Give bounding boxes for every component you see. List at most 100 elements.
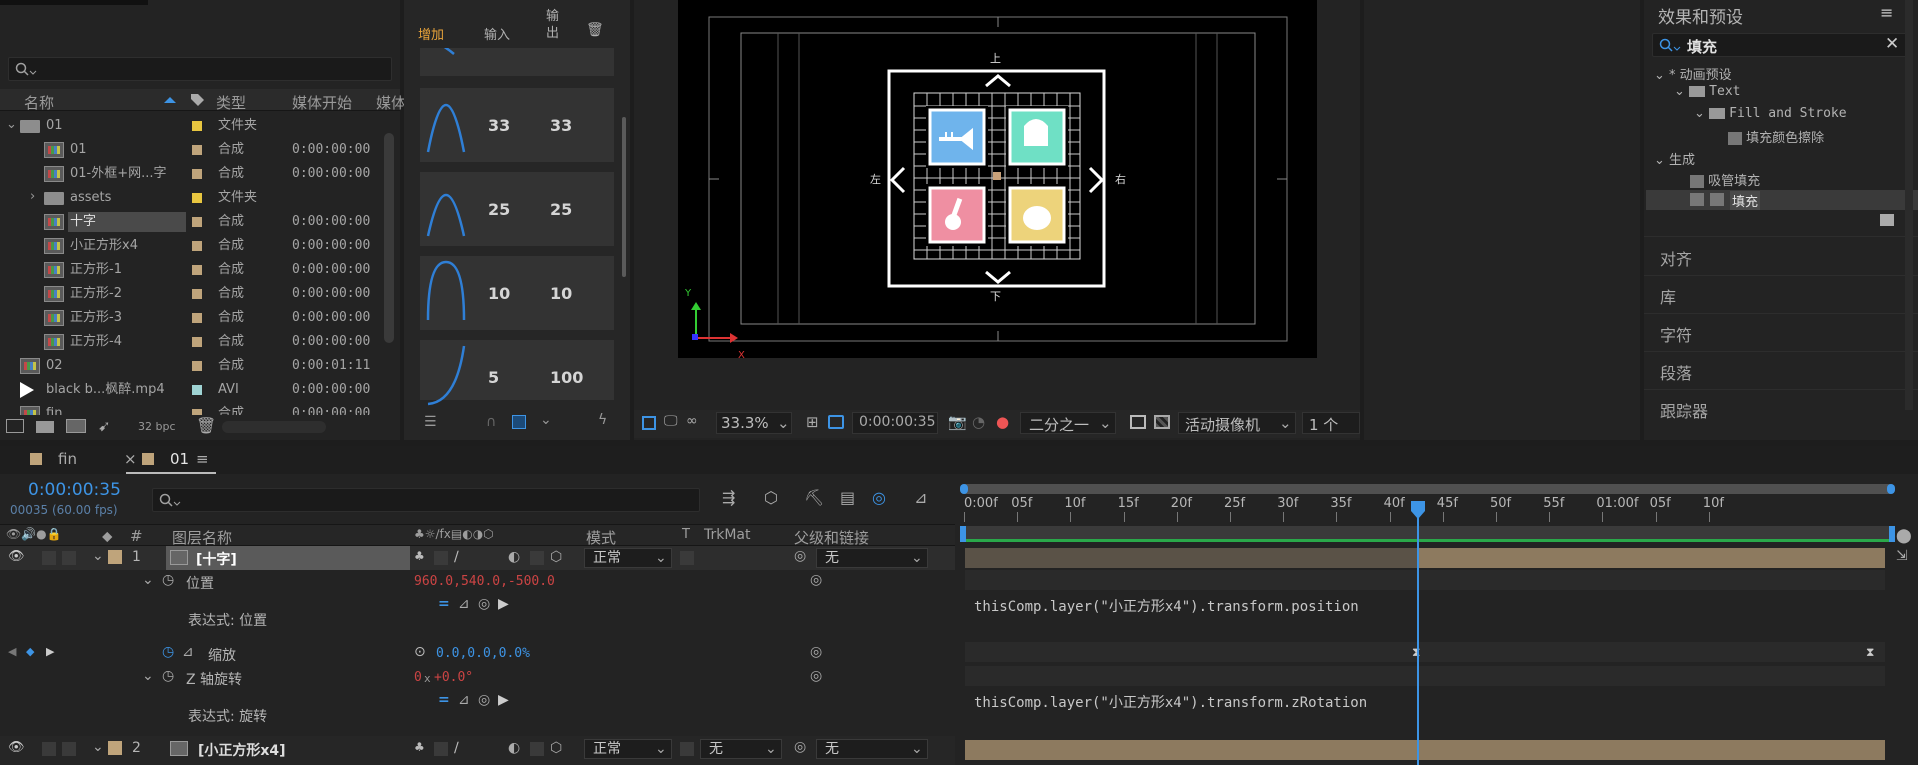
layer-row-2[interactable]: 👁 ⌄ 2 [小正方形x4] ♣ ∕ ◐ ⬡ 正常 ⌄ 无 ⌄ ◎ 无 ⌄ <box>0 736 955 765</box>
switch-collapse[interactable] <box>434 742 448 756</box>
stopwatch-active-icon[interactable]: ◷ <box>162 644 174 660</box>
ease-scrollbar[interactable] <box>622 117 626 277</box>
project-item[interactable]: black b...枫醉.mp4 AVI 0:00:00:00 <box>0 378 378 402</box>
prop-row-zrotation[interactable]: ⌄ ◷ Z 轴旋转 0 x +0.0° ◎ <box>0 666 955 690</box>
preserve-transparency-toggle[interactable] <box>680 742 694 756</box>
column-mode[interactable]: 模式 <box>586 527 616 548</box>
ease-tab-out[interactable]: 输出 <box>546 8 562 42</box>
time-navigator[interactable] <box>960 484 1895 494</box>
tree-fill-color-wipe[interactable]: 填充颜色擦除 <box>1728 127 1824 146</box>
color-channels-icon[interactable]: ● <box>996 413 1009 431</box>
zoom-select[interactable]: 33.3% ⌄ <box>716 412 792 434</box>
expression-menu-icon[interactable]: ▶ <box>498 692 509 708</box>
tab-fin[interactable]: fin <box>58 450 77 468</box>
fast-previews-icon[interactable] <box>1130 415 1146 429</box>
expression-enable-icon[interactable]: = <box>438 596 450 612</box>
always-preview-icon[interactable] <box>642 416 656 430</box>
column-media-more[interactable]: 媒体 <box>376 92 406 113</box>
work-area-end[interactable] <box>1889 526 1895 542</box>
work-area-bar[interactable] <box>960 526 1895 542</box>
new-folder-icon[interactable] <box>36 421 54 433</box>
add-keyframe-icon[interactable]: ◆ <box>26 645 34 658</box>
prop-zrot-degrees[interactable]: +0.0° <box>434 670 473 685</box>
camera-select[interactable]: 活动摄像机 ⌄ <box>1178 412 1296 434</box>
eye-icon[interactable]: 👁 <box>8 740 25 755</box>
menu-icon[interactable]: ☰ <box>424 414 437 430</box>
keyframe-marker[interactable]: ⧗ <box>1866 645 1874 660</box>
draft-3d-icon[interactable]: ⬡ <box>764 488 778 507</box>
bit-depth[interactable]: 32 bpc <box>138 420 176 433</box>
label-color[interactable] <box>192 193 202 203</box>
layer-name-cell[interactable]: [十字] <box>166 546 410 570</box>
label-color[interactable] <box>192 241 202 251</box>
current-time-indicator[interactable] <box>1417 510 1419 765</box>
layer-label-color[interactable] <box>108 741 122 755</box>
label-color[interactable] <box>192 289 202 299</box>
project-item[interactable]: 02 合成 0:00:01:11 <box>0 354 378 378</box>
switch-adjustment[interactable] <box>530 551 544 565</box>
layer-1-bar-after[interactable] <box>1419 548 1885 568</box>
transparency-grid-icon[interactable] <box>1154 415 1170 429</box>
switch-quality-icon[interactable]: ∕ <box>454 740 459 756</box>
navigator-start-handle[interactable] <box>960 484 968 494</box>
ease-tab-add[interactable]: 增加 <box>418 24 444 43</box>
viewer-timecode[interactable]: 0:00:00:35 <box>852 412 938 434</box>
layer-row-1[interactable]: 👁 ⌄ 1 [十字] ♣ ∕ ◐ ⬡ 正常 ⌄ ◎ 无 ⌄ <box>0 546 955 570</box>
switch-motion-blur-icon[interactable]: ◐ <box>508 740 520 756</box>
pickwhip-icon[interactable]: ◎ <box>810 644 822 660</box>
hide-shy-icon[interactable]: ⛏ <box>804 488 824 507</box>
switch-adjustment[interactable] <box>530 742 544 756</box>
project-item[interactable]: 正方形-2 合成 0:00:00:00 <box>0 282 378 306</box>
expression-rotation-text[interactable]: thisComp.layer("小正方形x4").transform.zRota… <box>974 692 1367 712</box>
layer-label-color[interactable] <box>108 550 122 564</box>
chevron-down-icon[interactable]: ⌄ <box>142 572 154 588</box>
timeline-search-input[interactable] <box>152 488 700 512</box>
prop-scale-value[interactable]: 0.0,0.0,0.0% <box>436 646 530 661</box>
switch-quality-icon[interactable]: ∕ <box>454 549 459 565</box>
tree-fill-stroke-folder[interactable]: ⌄ Fill and Stroke <box>1694 106 1847 121</box>
pickwhip-icon[interactable]: ◎ <box>810 668 822 684</box>
mask-icon[interactable]: ∞ <box>686 413 698 429</box>
new-composition-icon[interactable] <box>66 419 86 433</box>
prop-position-value[interactable]: 960.0,540.0,-500.0 <box>414 574 555 589</box>
pickwhip-icon[interactable]: ◎ <box>794 548 806 564</box>
resolution-select[interactable]: 二分之一 ⌄ <box>1020 412 1116 434</box>
column-name[interactable]: 名称 <box>24 92 54 113</box>
playhead-handle[interactable] <box>1410 500 1426 520</box>
navigator-end-handle[interactable] <box>1887 484 1895 494</box>
preserve-transparency-toggle[interactable] <box>680 551 694 565</box>
prop-row-position[interactable]: ⌄ ◷ 位置 960.0,540.0,-500.0 ◎ <box>0 570 955 594</box>
project-item[interactable]: 正方形-3 合成 0:00:00:00 <box>0 306 378 330</box>
chevron-down-icon[interactable]: ⌄ <box>142 668 154 684</box>
frame-blending-icon[interactable]: ▤ <box>840 488 855 507</box>
column-trkmat[interactable]: TrkMat <box>704 527 751 543</box>
chevron-down-icon[interactable]: ⌄ <box>92 548 104 564</box>
switch-collapse[interactable] <box>434 551 448 565</box>
panel-align[interactable]: 对齐 <box>1660 246 1692 270</box>
next-keyframe-icon[interactable]: ▶ <box>46 645 54 658</box>
panel-character[interactable]: 字符 <box>1660 322 1692 346</box>
tab-01[interactable]: 01 <box>170 450 189 468</box>
current-time-display[interactable]: 0:00:00:35 <box>28 480 121 500</box>
project-item[interactable]: 正方形-4 合成 0:00:00:00 <box>0 330 378 354</box>
composition-canvas[interactable]: 上 下 左 右 Y X <box>678 0 1317 361</box>
lightning-icon[interactable]: ϟ <box>598 412 607 428</box>
sort-ascending-icon[interactable] <box>163 96 177 104</box>
switch-shy-icon[interactable]: ♣ <box>414 549 425 563</box>
project-item[interactable]: 小正方形x4 合成 0:00:00:00 <box>0 234 378 258</box>
pickwhip-icon[interactable]: ◎ <box>810 572 822 588</box>
trkmat-select[interactable]: 无 ⌄ <box>700 739 782 759</box>
layer-2-bar[interactable] <box>965 740 1885 760</box>
trash-icon[interactable]: 🗑 <box>196 416 216 435</box>
stopwatch-icon[interactable]: ◷ <box>162 668 174 684</box>
switch-shy-icon[interactable]: ♣ <box>414 740 425 754</box>
label-color[interactable] <box>192 121 202 131</box>
solo-toggle[interactable] <box>42 742 56 756</box>
solo-toggle[interactable] <box>42 551 56 565</box>
views-select[interactable]: 1 个 <box>1302 412 1360 434</box>
layer-name[interactable]: [小正方形x4] <box>198 740 286 760</box>
clear-search-icon[interactable]: ✕ <box>1885 34 1899 54</box>
safe-zones-icon[interactable]: ⊞ <box>806 413 819 431</box>
project-horizontal-scrollbar[interactable] <box>222 421 326 433</box>
motion-blur-icon[interactable]: ◎ <box>872 488 886 507</box>
